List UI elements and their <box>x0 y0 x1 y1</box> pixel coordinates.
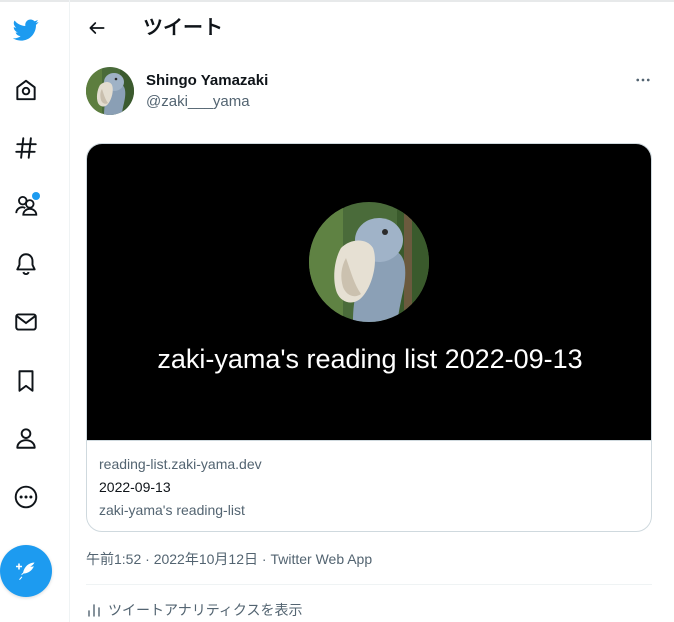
tweet-time[interactable]: 午前1:52 <box>86 551 141 567</box>
tweet-date[interactable]: 2022年10月12日 <box>154 551 258 567</box>
link-preview-card[interactable]: zaki-yama's reading list 2022-09-13 read… <box>86 143 652 532</box>
sidebar-item-messages[interactable] <box>6 302 46 342</box>
tweet-more-button[interactable] <box>631 68 655 92</box>
feather-compose-icon <box>16 562 35 580</box>
tweet-metadata: 午前1:52 · 2022年10月12日 · Twitter Web App <box>86 549 372 569</box>
sidebar-nav <box>0 0 70 622</box>
bell-notifications-icon <box>16 253 36 276</box>
card-domain: reading-list.zaki-yama.dev <box>99 456 262 472</box>
hashtag-explore-icon <box>15 137 37 159</box>
back-button[interactable] <box>83 14 111 42</box>
card-image: zaki-yama's reading list 2022-09-13 <box>87 144 651 440</box>
mail-messages-icon <box>15 313 37 331</box>
compose-tweet-button[interactable] <box>0 545 52 597</box>
card-image-caption: zaki-yama's reading list 2022-09-13 <box>157 344 583 374</box>
meta-separator: · <box>258 551 271 567</box>
view-analytics-link[interactable]: ツイートアナリティクスを表示 <box>86 600 302 620</box>
author-handle[interactable]: @zaki___yama <box>146 93 250 111</box>
shoebill-avatar-image <box>86 67 134 115</box>
notification-badge <box>32 192 40 200</box>
author-name[interactable]: Shingo Yamazaki <box>146 72 268 90</box>
shoebill-card-image <box>309 202 429 322</box>
person-profile-icon <box>16 428 36 449</box>
sidebar-item-communities[interactable] <box>6 185 46 225</box>
sidebar-item-more[interactable] <box>6 477 46 517</box>
sidebar-item-home[interactable] <box>6 70 46 110</box>
page-title: ツイート <box>143 17 223 39</box>
twitter-logo-link[interactable] <box>6 10 46 50</box>
bar-chart-icon <box>88 604 100 617</box>
more-circle-icon <box>14 485 38 509</box>
meta-separator: · <box>141 551 154 567</box>
card-title: 2022-09-13 <box>99 479 171 495</box>
card-image-avatar <box>309 202 429 322</box>
tweet-source[interactable]: Twitter Web App <box>270 551 372 567</box>
sidebar-item-bookmarks[interactable] <box>6 361 46 401</box>
divider <box>86 584 652 585</box>
sidebar-item-notifications[interactable] <box>6 244 46 284</box>
sidebar-item-profile[interactable] <box>6 418 46 458</box>
bookmark-icon <box>18 370 34 392</box>
card-info: reading-list.zaki-yama.dev 2022-09-13 za… <box>87 440 651 531</box>
twitter-logo-icon <box>13 19 39 41</box>
analytics-label: ツイートアナリティクスを表示 <box>108 602 303 618</box>
card-description: zaki-yama's reading-list <box>99 502 245 518</box>
main-column: ツイート Shingo Yamazaki @zaki___yama zaki-y… <box>71 0 674 622</box>
home-icon <box>16 79 36 101</box>
back-arrow-icon <box>89 22 105 34</box>
sidebar-item-explore[interactable] <box>6 128 46 168</box>
author-avatar[interactable] <box>86 67 134 115</box>
page-header: ツイート <box>71 0 674 56</box>
more-horizontal-icon <box>636 78 650 82</box>
